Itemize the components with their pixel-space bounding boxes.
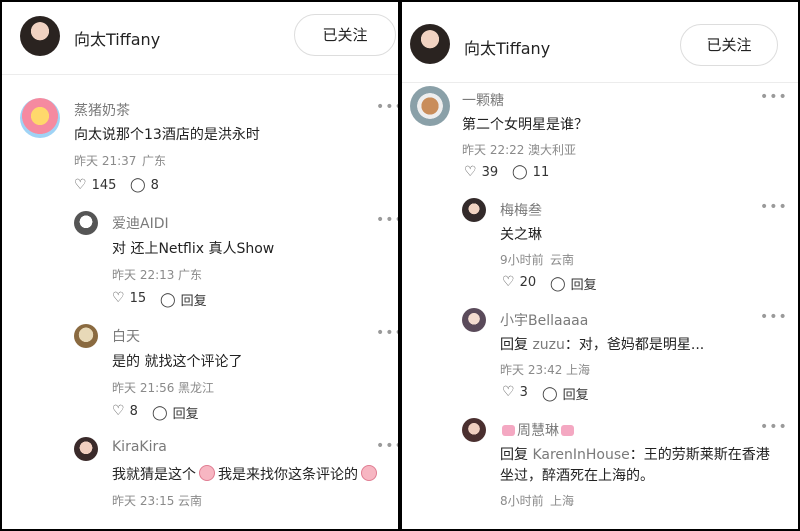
like-button[interactable]: ♡ 3	[502, 384, 528, 400]
avatar[interactable]	[410, 86, 450, 126]
reply-text: 关之琳	[500, 227, 542, 243]
more-icon[interactable]: •••	[376, 438, 398, 454]
reply-location: 广东	[178, 268, 203, 282]
reply-time: 昨天 21:56	[112, 381, 175, 395]
right-screenshot-panel: 向太Tiffany 已关注 一颗糖 ••• 第二个女明星是谁？ 昨天 22:22…	[402, 2, 798, 529]
heart-badge-icon	[561, 425, 574, 436]
comment-icon: ◯	[550, 275, 566, 292]
more-icon[interactable]: •••	[760, 309, 788, 325]
reply-time: 8小时前	[500, 494, 544, 508]
heart-icon: ♡	[112, 403, 125, 419]
reply-button[interactable]: ◯ 回复	[542, 384, 589, 404]
more-icon[interactable]: •••	[760, 199, 788, 215]
reply-username[interactable]: 周慧琳	[500, 420, 576, 440]
comment-username[interactable]: 一颗糖	[462, 90, 504, 110]
reply-target-username[interactable]: zuzu	[532, 337, 564, 353]
profile-header: 向太Tiffany 已关注	[2, 2, 398, 75]
like-button[interactable]: ♡ 39	[464, 164, 498, 180]
like-button[interactable]: ♡ 15	[112, 290, 146, 306]
profile-name[interactable]: 向太Tiffany	[464, 35, 550, 59]
avatar[interactable]	[462, 198, 486, 222]
profile-avatar[interactable]	[410, 24, 450, 64]
avatar[interactable]	[74, 211, 98, 235]
comment-username[interactable]: 蒸猪奶茶	[74, 100, 130, 120]
like-button[interactable]: ♡ 20	[502, 274, 536, 290]
more-icon[interactable]: •••	[760, 89, 788, 105]
comment-count-button[interactable]: ◯ 8	[130, 177, 159, 193]
like-button[interactable]: ♡ 145	[74, 177, 116, 193]
more-icon[interactable]: •••	[376, 99, 398, 115]
more-icon[interactable]: •••	[376, 325, 398, 341]
avatar[interactable]	[74, 437, 98, 461]
reply-text-continued: 坐过，醉酒死在上海的。	[500, 468, 654, 484]
comment-icon: ◯	[512, 164, 528, 180]
avatar[interactable]	[462, 308, 486, 332]
profile-header: 向太Tiffany 已关注	[402, 2, 798, 83]
follow-button[interactable]: 已关注	[294, 14, 396, 56]
comment-time: 昨天 21:37	[74, 154, 137, 168]
more-icon[interactable]: •••	[376, 212, 398, 228]
follow-button[interactable]: 已关注	[680, 24, 778, 66]
reply-username[interactable]: 梅梅叁	[500, 200, 542, 220]
heart-icon: ♡	[112, 290, 125, 306]
reply-location: 上海	[566, 363, 591, 377]
more-icon[interactable]: •••	[760, 419, 788, 435]
comment-icon: ◯	[130, 177, 146, 193]
reply-text: 对 还上Netflix 真人Show	[112, 241, 275, 257]
reply-text: 我就猜是这个 我是来找你这条评论的	[112, 464, 380, 484]
comment-count-button[interactable]: ◯ 11	[512, 164, 549, 180]
reply-time: 昨天 22:13	[112, 268, 175, 282]
reply-username[interactable]: 爱迪AIDI	[112, 213, 169, 233]
reply-text: 回复 KarenInHouse：王的劳斯莱斯在香港	[500, 447, 770, 463]
reply-location: 云南	[178, 494, 203, 508]
pig-emoji-icon	[199, 465, 215, 481]
reply-button[interactable]: ◯ 回复	[152, 403, 199, 423]
reply-text: 回复 zuzu：对，爸妈都是明星...	[500, 337, 705, 353]
heart-icon: ♡	[464, 164, 477, 180]
heart-badge-icon	[502, 425, 515, 436]
reply-button[interactable]: ◯ 回复	[160, 290, 207, 310]
reply-target-username[interactable]: KarenInHouse	[532, 447, 629, 463]
heart-icon: ♡	[502, 384, 515, 400]
profile-avatar[interactable]	[20, 16, 60, 56]
heart-icon: ♡	[74, 177, 87, 193]
avatar[interactable]	[462, 418, 486, 442]
like-button[interactable]: ♡ 8	[112, 403, 138, 419]
reply-location: 上海	[550, 494, 575, 508]
reply-time: 昨天 23:42	[500, 363, 563, 377]
reply-text: 是的 就找这个评论了	[112, 354, 243, 370]
comment-text: 第二个女明星是谁？	[462, 117, 588, 133]
reply-location: 云南	[550, 253, 575, 267]
comment-icon: ◯	[542, 385, 558, 402]
reply-time: 9小时前	[500, 253, 544, 267]
reply-button[interactable]: ◯ 回复	[550, 274, 597, 294]
avatar[interactable]	[74, 324, 98, 348]
comment-icon: ◯	[152, 404, 168, 421]
heart-icon: ♡	[502, 274, 515, 290]
comment-location: 澳大利亚	[528, 143, 577, 157]
reply-username[interactable]: KiraKira	[112, 439, 167, 455]
comment-text: 向太说那个13酒店的是洪永时	[74, 127, 260, 143]
reply-username[interactable]: 小宇Bellaaaa	[500, 310, 588, 330]
comment-time: 昨天 22:22	[462, 143, 525, 157]
pig-emoji-icon	[361, 465, 377, 481]
comment-location: 广东	[142, 154, 167, 168]
reply-location: 黑龙江	[178, 381, 215, 395]
profile-name[interactable]: 向太Tiffany	[74, 26, 160, 50]
comment-icon: ◯	[160, 291, 176, 308]
left-screenshot-panel: 向太Tiffany 已关注 蒸猪奶茶 ••• 向太说那个13酒店的是洪永时 昨天…	[2, 2, 398, 529]
reply-time: 昨天 23:15	[112, 494, 175, 508]
reply-username[interactable]: 白天	[112, 326, 140, 346]
avatar[interactable]	[20, 98, 60, 138]
